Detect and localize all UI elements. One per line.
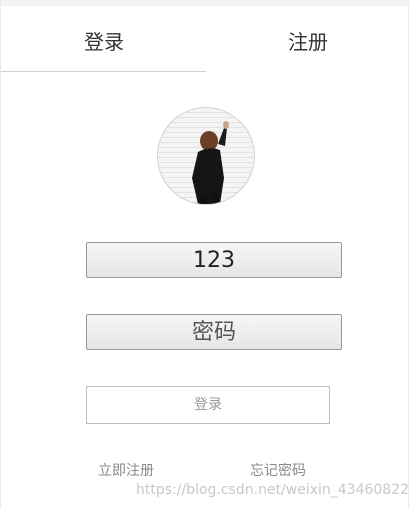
- forgot-password-link[interactable]: 忘记密码: [250, 461, 306, 481]
- username-field[interactable]: [86, 242, 342, 278]
- avatar: [157, 107, 255, 205]
- panel-top-bar: [1, 0, 410, 6]
- tab-register[interactable]: 注册: [265, 26, 351, 58]
- password-field[interactable]: [86, 314, 342, 350]
- login-button[interactable]: 登录: [86, 386, 330, 424]
- active-tab-underline: [1, 71, 206, 72]
- register-now-link[interactable]: 立即注册: [98, 461, 154, 481]
- watermark-text: https://blog.csdn.net/weixin_43460822: [136, 482, 410, 498]
- avatar-photo: [192, 121, 229, 204]
- tab-login[interactable]: 登录: [61, 26, 147, 58]
- login-panel: 登录 注册 登录 立即注册 忘记密码: [0, 0, 410, 507]
